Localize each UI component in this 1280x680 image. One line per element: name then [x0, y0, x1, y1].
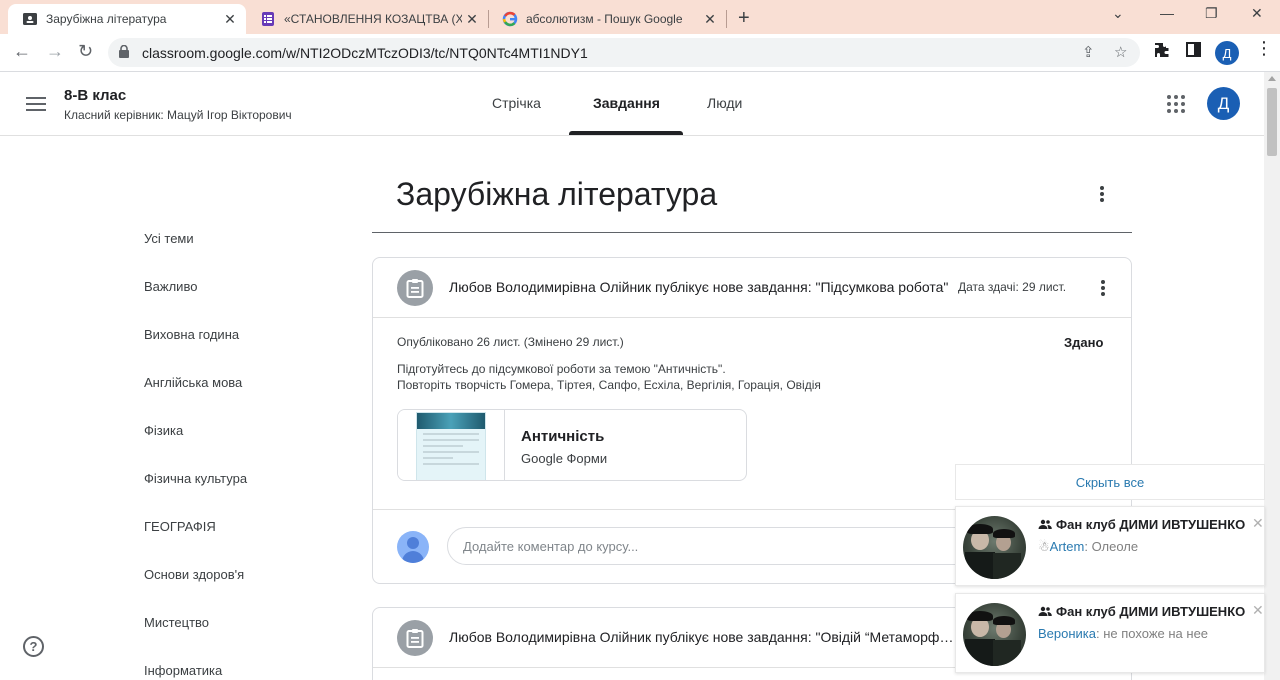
attachment-type: Google Форми	[521, 451, 608, 466]
notification-item[interactable]: Фан клуб ДИМИ ИВТУШЕНКО ☃Artem: Олеоле ✕	[955, 506, 1265, 586]
address-bar[interactable]: classroom.google.com/w/NTI2ODczMTczODI3/…	[108, 38, 1140, 67]
hide-all-notifications[interactable]: Скрыть все	[955, 464, 1265, 500]
topic-pe[interactable]: Фізична культура	[144, 471, 247, 486]
browser-tab-title: Зарубіжна література	[46, 12, 167, 26]
avatar	[963, 603, 1026, 666]
published-info: Опубліковано 26 лист. (Змінено 29 лист.)	[397, 335, 624, 349]
close-icon[interactable]: ✕	[462, 11, 482, 28]
title-divider	[372, 232, 1132, 233]
message-text: не похоже на нее	[1103, 626, 1209, 641]
topic-informatics[interactable]: Інформатика	[144, 663, 222, 678]
notification-group-name: Фан клуб ДИМИ ИВТУШЕНКО	[1056, 604, 1246, 619]
url-text[interactable]: classroom.google.com/w/NTI2ODczMTczODI3/…	[142, 45, 588, 61]
menu-dots-icon[interactable]: ⋮	[1255, 38, 1273, 59]
tab-people[interactable]: Люди	[707, 95, 742, 111]
profile-avatar[interactable]: Д	[1215, 41, 1239, 65]
browser-tab-3[interactable]: абсолютизм - Пошук Google ✕	[488, 4, 726, 34]
avatar	[963, 516, 1026, 579]
browser-tab-title: «СТАНОВЛЕННЯ КОЗАЦТВА (XV	[284, 12, 462, 26]
topic-art[interactable]: Мистецтво	[144, 615, 209, 630]
assignment-description: Підготуйтесь до підсумкової роботи за те…	[397, 361, 821, 393]
close-icon[interactable]: ✕	[1252, 602, 1264, 619]
more-vert-icon[interactable]	[1101, 280, 1105, 298]
notification-group-name: Фан клуб ДИМИ ИВТУШЕНКО	[1056, 517, 1246, 532]
class-teacher: Класний керівник: Мацуй Ігор Вікторович	[64, 108, 292, 122]
assignment-header[interactable]: Любов Володимирівна Олійник публікує нов…	[373, 258, 1131, 318]
browser-tab-title: абсолютизм - Пошук Google	[526, 12, 683, 26]
description-line: Підготуйтесь до підсумкової роботи за те…	[397, 362, 726, 376]
help-icon[interactable]: ?	[23, 636, 44, 657]
browser-tab-2[interactable]: «СТАНОВЛЕННЯ КОЗАЦТВА (XV ✕	[246, 4, 488, 34]
back-icon[interactable]: ←	[13, 41, 31, 62]
topic-health[interactable]: Основи здоров'я	[144, 567, 244, 582]
topic-geography[interactable]: ГЕОГРАФІЯ	[144, 519, 216, 534]
assignment-title[interactable]: Любов Володимирівна Олійник публікує нов…	[449, 629, 955, 645]
page-scrollbar[interactable]	[1264, 72, 1280, 680]
classroom-header: 8-В клас Класний керівник: Мацуй Ігор Ві…	[0, 72, 1264, 136]
restore-icon[interactable]: ❐	[1205, 5, 1218, 22]
close-icon[interactable]: ✕	[700, 11, 720, 28]
forms-icon	[260, 11, 276, 27]
star-icon[interactable]: ☆	[1114, 43, 1127, 61]
extensions-icon[interactable]	[1154, 42, 1170, 63]
notification-item[interactable]: Фан клуб ДИМИ ИВТУШЕНКО Вероника: не пох…	[955, 593, 1265, 673]
topic-homeroom[interactable]: Виховна година	[144, 327, 239, 342]
notification-message: ☃Artem: Олеоле	[1038, 539, 1139, 554]
hamburger-icon[interactable]	[26, 97, 46, 111]
forward-icon[interactable]: →	[46, 41, 64, 62]
tab-classwork[interactable]: Завдання	[593, 95, 660, 111]
attachment-title: Античність	[521, 428, 605, 445]
browser-tab-1[interactable]: Зарубіжна література ✕	[8, 4, 246, 34]
author-emoji: ☃	[1038, 539, 1050, 554]
group-icon	[1038, 517, 1052, 532]
description-line: Повторіть творчість Гомера, Тіртея, Сапф…	[397, 378, 821, 392]
attachment-thumbnail	[398, 410, 505, 480]
message-text: Олеоле	[1091, 539, 1139, 554]
topic-all[interactable]: Усі теми	[144, 231, 194, 246]
notification-group: Фан клуб ДИМИ ИВТУШЕНКО	[1038, 517, 1248, 532]
share-icon[interactable]: ⇪	[1082, 43, 1095, 61]
account-avatar[interactable]: Д	[1207, 87, 1240, 120]
close-icon[interactable]: ✕	[1252, 515, 1264, 532]
assignment-due-date: Дата здачі: 29 лист.	[958, 280, 1067, 294]
avatar	[397, 531, 429, 563]
new-tab-button[interactable]: +	[738, 7, 750, 30]
sidepanel-icon[interactable]	[1186, 42, 1201, 62]
window-close-icon[interactable]: ✕	[1251, 5, 1263, 22]
notification-group: Фан клуб ДИМИ ИВТУШЕНКО	[1038, 604, 1248, 619]
tab-stream[interactable]: Стрічка	[492, 95, 541, 111]
scrollbar-thumb[interactable]	[1267, 88, 1277, 156]
group-icon	[1038, 604, 1052, 619]
message-author: Вероника	[1038, 626, 1097, 641]
apps-grid-icon[interactable]	[1167, 95, 1185, 113]
topic-important[interactable]: Важливо	[144, 279, 197, 294]
classroom-icon	[22, 11, 38, 27]
assignment-title[interactable]: Любов Володимирівна Олійник публікує нов…	[449, 279, 955, 295]
lock-icon[interactable]	[119, 44, 129, 58]
minimize-icon[interactable]: —	[1160, 5, 1174, 21]
tab-search-icon[interactable]: ⌄	[1112, 5, 1124, 22]
browser-toolbar: ← → ↻ classroom.google.com/w/NTI2ODczMTc…	[0, 34, 1280, 72]
reload-icon[interactable]: ↻	[78, 41, 93, 62]
tab-separator	[726, 10, 727, 28]
assignment-icon	[397, 620, 433, 656]
assignment-icon	[397, 270, 433, 306]
attachment-card[interactable]: Античність Google Форми	[397, 409, 747, 481]
active-tab-indicator	[569, 131, 683, 135]
more-vert-icon[interactable]	[1100, 186, 1104, 204]
close-icon[interactable]: ✕	[220, 11, 240, 28]
google-icon	[502, 11, 518, 27]
page-title: Зарубіжна література	[396, 176, 718, 212]
topic-physics[interactable]: Фізика	[144, 423, 183, 438]
scroll-up-icon[interactable]	[1268, 76, 1276, 81]
status-badge: Здано	[1064, 335, 1104, 350]
browser-tabbar: Зарубіжна література ✕ «СТАНОВЛЕННЯ КОЗА…	[0, 0, 1280, 34]
class-name[interactable]: 8-В клас	[64, 87, 126, 104]
topic-english[interactable]: Англійська мова	[144, 375, 242, 390]
notification-message: Вероника: не похоже на нее	[1038, 626, 1209, 641]
message-author: Artem	[1049, 539, 1085, 554]
